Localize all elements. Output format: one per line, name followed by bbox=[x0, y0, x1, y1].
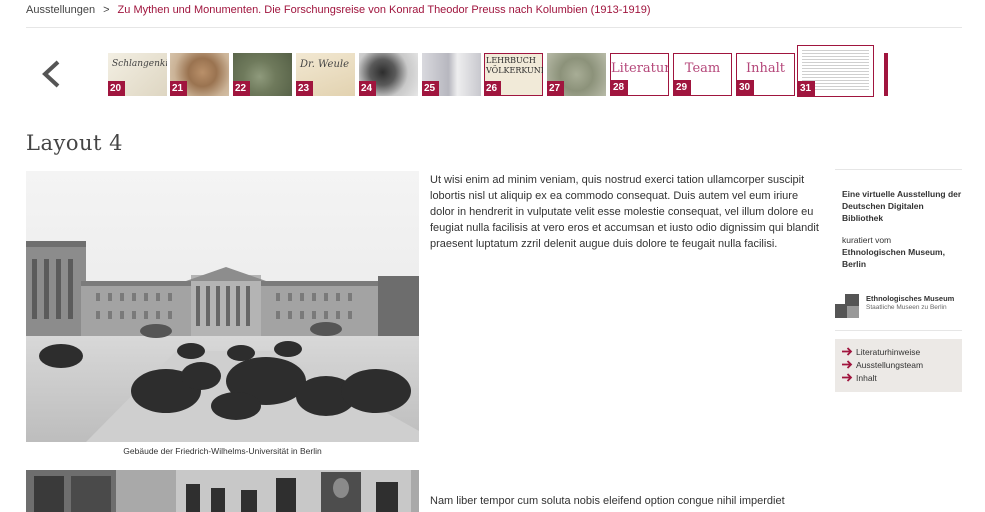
thumbnail-number: 22 bbox=[233, 81, 250, 96]
thumbnail-strip: Schlangenkin 20 21 22 Dr. Weule 23 24 25… bbox=[108, 53, 888, 97]
sidebar: Eine virtuelle Ausstellung der Deutschen… bbox=[835, 169, 962, 392]
thumbnail-script: Dr. Weule bbox=[300, 59, 349, 70]
thumbnail-number: 27 bbox=[547, 81, 564, 96]
arrow-right-icon bbox=[842, 373, 853, 382]
thumbnail-20[interactable]: Schlangenkin 20 bbox=[108, 53, 167, 96]
page-title: Layout 4 bbox=[26, 131, 123, 155]
paragraph-2: Nam liber tempor cum soluta nobis eleife… bbox=[430, 495, 785, 507]
university-photo bbox=[26, 171, 419, 442]
museum-logo[interactable]: Ethnologisches Museum Staatliche Museen … bbox=[835, 294, 962, 320]
thumbnail-title: Team bbox=[684, 61, 721, 76]
museum-interior-photo bbox=[26, 470, 419, 512]
thumbnail-script: Schlangenkin bbox=[112, 59, 167, 69]
thumbnail-29[interactable]: Team 29 bbox=[673, 53, 732, 96]
breadcrumb-current-link[interactable]: Zu Mythen und Monumenten. Die Forschungs… bbox=[118, 4, 651, 16]
thumbnail-number: 25 bbox=[422, 81, 439, 96]
curator-name: Ethnologischen Museum, Berlin bbox=[842, 247, 945, 269]
thumbnail-number: 23 bbox=[296, 81, 313, 96]
breadcrumb: Ausstellungen > Zu Mythen und Monumenten. … bbox=[26, 4, 651, 16]
thumbnail-title: Literatur bbox=[611, 61, 669, 76]
thumbnail-number: 28 bbox=[611, 80, 628, 95]
thumbnail-number: 20 bbox=[108, 81, 125, 96]
thumbnail-24[interactable]: 24 bbox=[359, 53, 418, 96]
previous-button[interactable] bbox=[36, 58, 66, 90]
sidebar-link-literaturhinweise[interactable]: Literaturhinweise bbox=[842, 345, 962, 358]
divider bbox=[835, 330, 962, 331]
thumbnail-number: 31 bbox=[798, 81, 815, 96]
breadcrumb-root-link[interactable]: Ausstellungen bbox=[26, 4, 95, 16]
curated-by-label: kuratiert vom bbox=[842, 235, 892, 245]
sidebar-title: Eine virtuelle Ausstellung der Deutschen… bbox=[842, 189, 962, 223]
thumbnail-number: 26 bbox=[484, 81, 501, 96]
thumbnail-31[interactable]: 31 bbox=[797, 45, 874, 97]
thumbnail-21[interactable]: 21 bbox=[170, 53, 229, 96]
divider bbox=[26, 27, 962, 28]
logo-line-2: Staatliche Museen zu Berlin bbox=[866, 304, 947, 311]
arrow-right-icon bbox=[842, 360, 853, 369]
sidebar-link-label: Inhalt bbox=[856, 372, 877, 383]
sidebar-link-label: Ausstellungsteam bbox=[856, 359, 924, 370]
sidebar-links: Literaturhinweise Ausstellungsteam Inhal… bbox=[835, 339, 962, 392]
thumbnail-number: 29 bbox=[674, 80, 691, 95]
thumbnail-number: 30 bbox=[737, 80, 754, 95]
sidebar-curator: kuratiert vom Ethnologischen Museum, Ber… bbox=[842, 234, 962, 270]
logo-line-1: Ethnologisches Museum bbox=[866, 294, 955, 303]
thumbnail-number: 24 bbox=[359, 81, 376, 96]
paragraph-1: Ut wisi enim ad minim veniam, quis nostr… bbox=[430, 174, 819, 250]
thumbnail-26[interactable]: LEHRBUCH VÖLKERKUNDE 26 bbox=[484, 53, 543, 96]
thumbnail-27[interactable]: 27 bbox=[547, 53, 606, 96]
breadcrumb-separator: > bbox=[103, 4, 110, 16]
thumbnail-30[interactable]: Inhalt 30 bbox=[736, 53, 795, 96]
museum-logo-icon bbox=[835, 294, 859, 318]
thumbnail-number: 21 bbox=[170, 81, 187, 96]
chevron-left-icon bbox=[42, 60, 60, 88]
thumbnail-22[interactable]: 22 bbox=[233, 53, 292, 96]
thumbnail-script: LEHRBUCH VÖLKERKUNDE bbox=[486, 56, 543, 75]
divider bbox=[835, 169, 962, 170]
thumbnail-23[interactable]: Dr. Weule 23 bbox=[296, 53, 355, 96]
sidebar-link-ausstellungsteam[interactable]: Ausstellungsteam bbox=[842, 358, 962, 371]
thumbnail-title: Inhalt bbox=[745, 61, 785, 76]
thumbnail-overflow-edge bbox=[884, 53, 888, 96]
photo-caption: Gebäude der Friedrich-Wilhelms-Universit… bbox=[123, 446, 322, 456]
sidebar-link-label: Literaturhinweise bbox=[856, 346, 921, 357]
thumbnail-25[interactable]: 25 bbox=[422, 53, 481, 96]
thumbnail-28[interactable]: Literatur 28 bbox=[610, 53, 669, 96]
arrow-right-icon bbox=[842, 347, 853, 356]
sidebar-link-inhalt[interactable]: Inhalt bbox=[842, 371, 962, 384]
